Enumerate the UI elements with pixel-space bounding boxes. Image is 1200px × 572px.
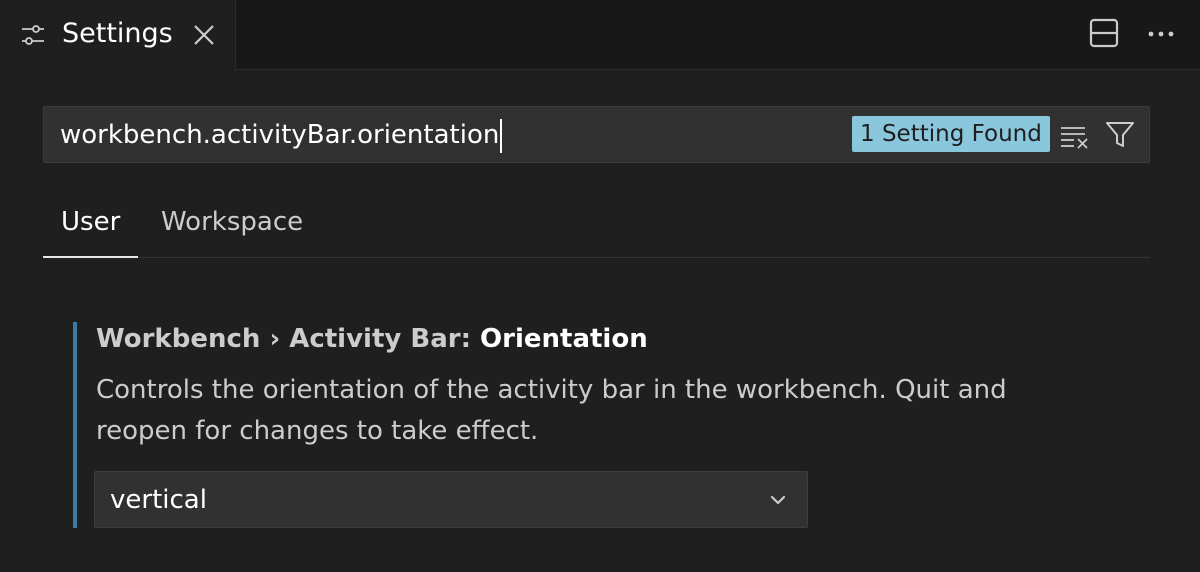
settings-search-input[interactable]: workbench.activityBar.orientation <box>60 115 503 155</box>
setting-name: Orientation <box>480 324 648 354</box>
settings-sliders-icon <box>20 22 46 48</box>
clear-filter-icon[interactable] <box>1059 120 1091 152</box>
scope-tab-workspace[interactable]: Workspace <box>143 196 321 258</box>
settings-scope-tabs: User Workspace <box>43 196 1150 258</box>
text-caret <box>500 118 503 153</box>
more-actions-icon[interactable] <box>1146 19 1176 49</box>
filter-icon[interactable] <box>1104 119 1136 151</box>
scope-tab-user[interactable]: User <box>43 196 139 258</box>
setting-title: Workbench › Activity Bar: Orientation <box>96 322 648 356</box>
split-editor-icon[interactable] <box>1088 17 1120 49</box>
tab-label: Settings <box>62 18 173 49</box>
close-icon[interactable] <box>190 21 218 49</box>
orientation-select[interactable]: vertical <box>94 471 808 528</box>
select-value: vertical <box>110 485 207 515</box>
tab-settings[interactable]: Settings <box>0 0 236 71</box>
setting-category: Workbench › Activity Bar: <box>96 324 481 354</box>
setting-description: Controls the orientation of the activity… <box>96 375 1007 446</box>
settings-search-box[interactable]: workbench.activityBar.orientation 1 Sett… <box>43 106 1150 163</box>
result-count-badge: 1 Setting Found <box>852 116 1050 152</box>
chevron-down-icon <box>765 487 791 513</box>
editor-tab-bar: Settings <box>0 0 1200 71</box>
